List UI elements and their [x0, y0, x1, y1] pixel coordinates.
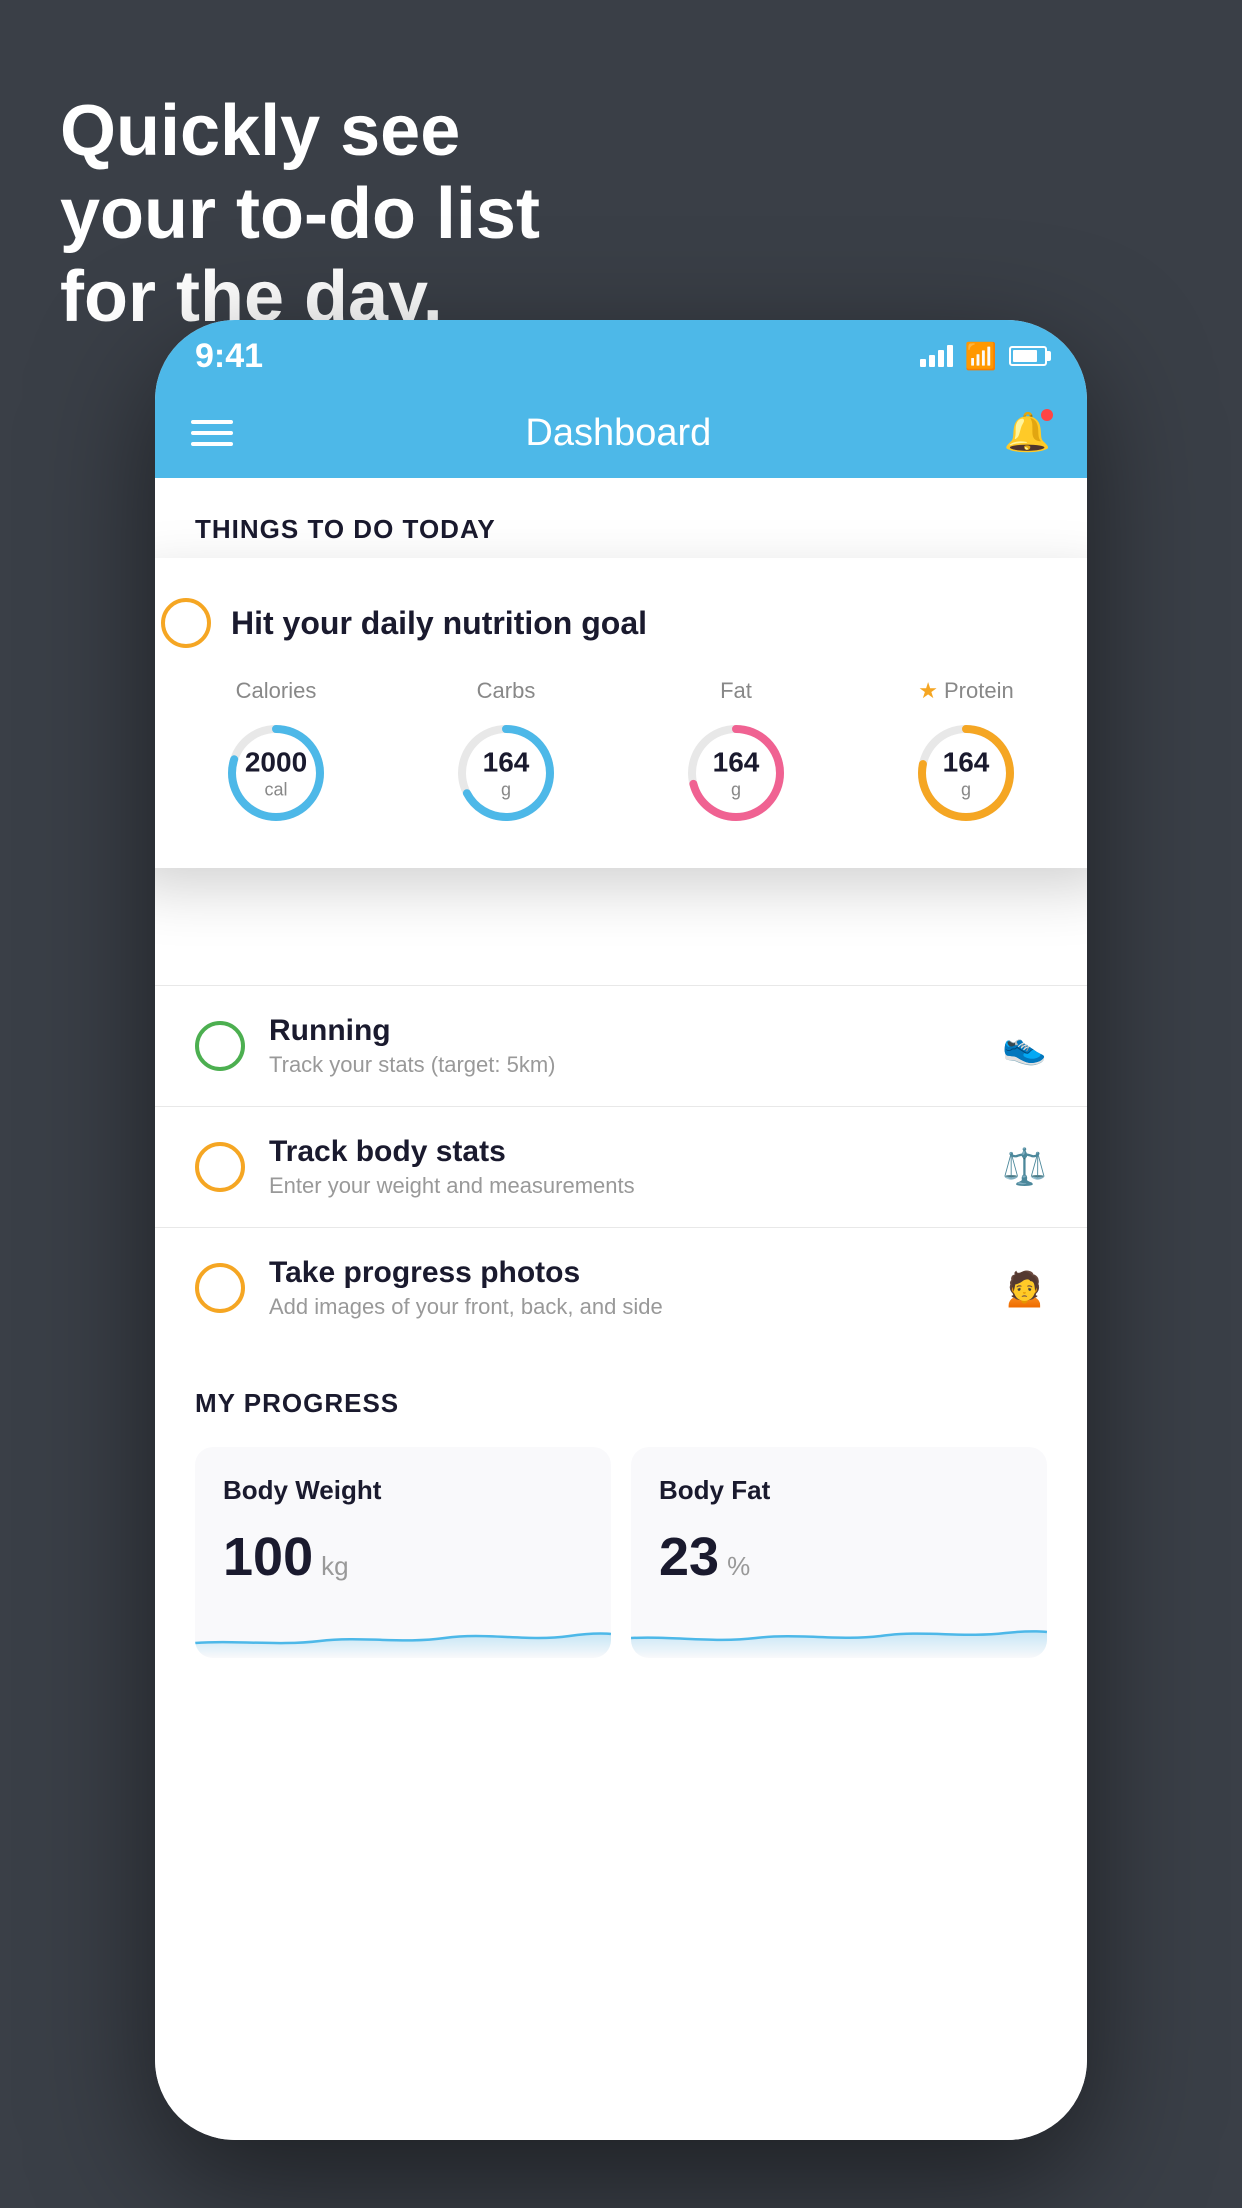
protein-ring: 164 g	[911, 718, 1021, 828]
photos-text: Take progress photos Add images of your …	[269, 1256, 978, 1320]
hero-headline: Quickly see your to-do list for the day.	[60, 90, 540, 338]
calories-item: Calories 2000 cal	[221, 678, 331, 828]
nutrition-title: Hit your daily nutrition goal	[231, 605, 647, 642]
protein-unit: g	[943, 779, 990, 801]
wifi-icon: 📶	[965, 341, 997, 372]
body-fat-chart	[631, 1608, 1047, 1658]
body-stats-checkbox[interactable]	[195, 1142, 245, 1192]
body-weight-value: 100	[223, 1526, 313, 1588]
phone-mockup: 9:41 📶 Dashboard 🔔 TH	[155, 320, 1087, 2140]
carbs-label: Carbs	[477, 678, 536, 704]
status-icons: 📶	[920, 341, 1047, 372]
todo-item-body-stats[interactable]: Track body stats Enter your weight and m…	[155, 1106, 1087, 1227]
notification-bell-button[interactable]: 🔔	[1004, 411, 1051, 455]
menu-button[interactable]	[191, 420, 233, 446]
fat-label: Fat	[720, 678, 752, 704]
status-bar: 9:41 📶	[155, 320, 1087, 388]
calories-ring: 2000 cal	[221, 718, 331, 828]
body-fat-value: 23	[659, 1526, 719, 1588]
progress-section: MY PROGRESS Body Weight 100 kg	[155, 1348, 1087, 1658]
carbs-value: 164	[483, 745, 530, 779]
headline-line1: Quickly see	[60, 91, 460, 171]
person-icon: 🙍	[1002, 1267, 1047, 1309]
carbs-ring: 164 g	[451, 718, 561, 828]
nav-title: Dashboard	[525, 412, 711, 455]
body-stats-subtitle: Enter your weight and measurements	[269, 1173, 978, 1199]
body-fat-value-row: 23 %	[659, 1526, 1019, 1588]
calories-value: 2000	[245, 745, 307, 779]
fat-value: 164	[713, 745, 760, 779]
battery-icon	[1009, 346, 1047, 366]
running-title: Running	[269, 1014, 978, 1048]
star-icon: ★	[918, 678, 938, 704]
body-fat-card: Body Fat 23 %	[631, 1447, 1047, 1658]
photos-checkbox[interactable]	[195, 1263, 245, 1313]
todo-list: Running Track your stats (target: 5km) 👟…	[155, 985, 1087, 1348]
todo-item-running[interactable]: Running Track your stats (target: 5km) 👟	[155, 985, 1087, 1106]
notification-dot	[1039, 407, 1055, 423]
progress-title: MY PROGRESS	[195, 1388, 1047, 1419]
body-weight-value-row: 100 kg	[223, 1526, 583, 1588]
photos-subtitle: Add images of your front, back, and side	[269, 1294, 978, 1320]
scroll-area: THINGS TO DO TODAY Hit your daily nutrit…	[155, 478, 1087, 2140]
headline-line2: your to-do list	[60, 174, 540, 254]
body-stats-title: Track body stats	[269, 1135, 978, 1169]
scale-icon: ⚖️	[1002, 1146, 1047, 1188]
section-things-to-do: THINGS TO DO TODAY	[155, 478, 1087, 565]
shoe-icon: 👟	[1002, 1025, 1047, 1067]
carbs-unit: g	[483, 779, 530, 801]
body-weight-card: Body Weight 100 kg	[195, 1447, 611, 1658]
running-subtitle: Track your stats (target: 5km)	[269, 1052, 978, 1078]
running-text: Running Track your stats (target: 5km)	[269, 1014, 978, 1078]
signal-icon	[920, 345, 953, 367]
carbs-item: Carbs 164 g	[451, 678, 561, 828]
status-time: 9:41	[195, 337, 263, 376]
fat-item: Fat 164 g	[681, 678, 791, 828]
nav-bar: Dashboard 🔔	[155, 388, 1087, 478]
protein-label: ★ Protein	[918, 678, 1013, 704]
body-stats-text: Track body stats Enter your weight and m…	[269, 1135, 978, 1199]
running-checkbox[interactable]	[195, 1021, 245, 1071]
progress-cards: Body Weight 100 kg	[195, 1447, 1047, 1658]
body-weight-unit: kg	[321, 1551, 348, 1582]
calories-unit: cal	[245, 779, 307, 801]
fat-unit: g	[713, 779, 760, 801]
body-weight-chart	[195, 1608, 611, 1658]
body-weight-label: Body Weight	[223, 1475, 583, 1506]
protein-value: 164	[943, 745, 990, 779]
fat-ring: 164 g	[681, 718, 791, 828]
body-fat-label: Body Fat	[659, 1475, 1019, 1506]
nutrition-card: Hit your daily nutrition goal Calories	[155, 558, 1087, 868]
protein-item: ★ Protein 164 g	[911, 678, 1021, 828]
calories-label: Calories	[236, 678, 317, 704]
nutrition-checkbox[interactable]	[161, 598, 211, 648]
todo-item-photos[interactable]: Take progress photos Add images of your …	[155, 1227, 1087, 1348]
photos-title: Take progress photos	[269, 1256, 978, 1290]
body-fat-unit: %	[727, 1551, 750, 1582]
nutrition-grid: Calories 2000 cal	[161, 678, 1081, 828]
